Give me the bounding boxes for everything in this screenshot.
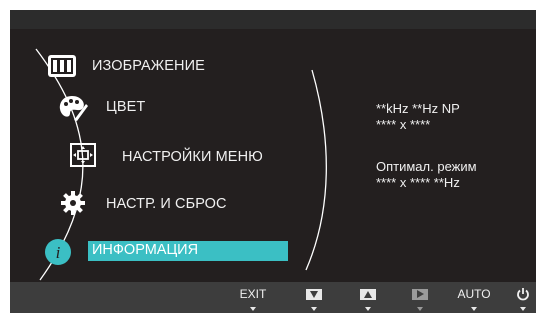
menu-item-picture[interactable]: ИЗОБРАЖЕНИЕ (92, 53, 205, 79)
exit-label: EXIT (239, 287, 267, 301)
button-pointer-icon (365, 307, 371, 311)
menu-item-label: ЦВЕТ (106, 99, 146, 115)
menu-item-setup-reset[interactable]: НАСТР. И СБРОС (106, 191, 227, 217)
up-button[interactable] (358, 285, 378, 303)
enter-button[interactable] (410, 285, 430, 303)
button-pointer-icon (417, 307, 423, 311)
button-pointer-icon (471, 307, 477, 311)
up-arrow-icon (360, 288, 376, 300)
menu-item-color[interactable]: ЦВЕТ (106, 94, 145, 120)
menu-item-label: НАСТР. И СБРОС (106, 196, 227, 212)
menu-item-label: ИЗОБРАЖЕНИЕ (92, 58, 205, 74)
down-button[interactable] (304, 285, 324, 303)
svg-text:i: i (56, 243, 61, 262)
menu-item-menu-settings[interactable]: НАСТРОЙКИ МЕНЮ (122, 144, 263, 170)
button-pointer-icon (520, 307, 526, 311)
signal-resolution-text: **** x **** (376, 117, 431, 132)
right-arrow-icon (412, 288, 428, 300)
gear-icon (60, 190, 86, 216)
down-arrow-icon (306, 288, 322, 300)
auto-label: AUTO (457, 287, 491, 301)
info-icon: i (44, 238, 72, 266)
menu-settings-icon (70, 143, 96, 167)
auto-button[interactable]: AUTO (456, 285, 492, 303)
button-pointer-icon (250, 307, 256, 311)
power-button[interactable] (515, 285, 531, 303)
control-bar: EXIT AUTO (10, 282, 536, 313)
exit-button[interactable]: EXIT (238, 285, 268, 303)
button-pointer-icon (311, 307, 317, 311)
menu-item-information[interactable]: ИНФОРМАЦИЯ (92, 242, 198, 258)
optimal-mode-value: **** x **** **Hz (376, 175, 460, 190)
menu-item-label: НАСТРОЙКИ МЕНЮ (122, 149, 263, 165)
palette-icon (58, 94, 88, 122)
optimal-mode-label: Оптимал. режим (376, 159, 477, 174)
signal-frequency-text: **kHz **Hz NP (376, 101, 460, 116)
picture-icon (48, 55, 76, 77)
power-icon (517, 288, 529, 301)
osd-window: ИЗОБРАЖЕНИЕ ЦВЕТ НАСТРОЙКИ МЕНЮ НАСТР. И… (10, 10, 536, 313)
